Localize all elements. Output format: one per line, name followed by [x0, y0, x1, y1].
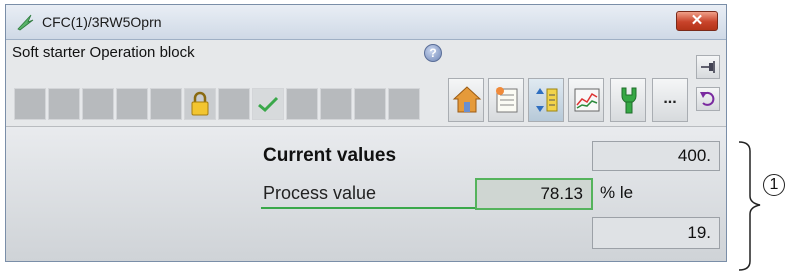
callout-bracket — [738, 141, 761, 271]
home-icon — [452, 86, 482, 113]
status-cell — [286, 88, 318, 120]
help-icon[interactable]: ? — [424, 44, 442, 62]
undo-icon — [700, 91, 715, 106]
status-cell — [150, 88, 182, 120]
block-label: Soft starter Operation block — [12, 44, 195, 61]
pin-icon — [701, 61, 715, 73]
close-button[interactable]: ✕ — [676, 11, 718, 31]
notes-icon — [496, 87, 518, 113]
trend-button[interactable] — [568, 78, 604, 122]
more-button[interactable]: ... — [652, 78, 688, 122]
status-cell — [388, 88, 420, 120]
status-cell — [218, 88, 250, 120]
maintenance-icon — [621, 87, 637, 114]
status-cell — [320, 88, 352, 120]
notes-button[interactable] — [488, 78, 524, 122]
close-icon: ✕ — [690, 12, 704, 29]
status-cell — [354, 88, 386, 120]
status-cell — [116, 88, 148, 120]
process-value-label: Process value — [263, 183, 377, 203]
checkmark-icon — [258, 96, 279, 113]
status-cell — [48, 88, 80, 120]
pen-icon — [17, 14, 34, 31]
status-cell — [82, 88, 114, 120]
current-value-field[interactable]: 400. — [592, 141, 720, 171]
undo-button[interactable] — [696, 87, 720, 111]
pin-button[interactable] — [696, 55, 720, 79]
process-value-field[interactable]: 78.13 — [475, 178, 593, 210]
status-bar — [14, 88, 422, 120]
home-button[interactable] — [448, 78, 484, 122]
maintenance-button[interactable] — [610, 78, 646, 122]
faceplate-window: CFC(1)/3RW5Oprn ✕ Soft starter Operation… — [5, 4, 727, 262]
title-bar[interactable]: CFC(1)/3RW5Oprn ✕ — [6, 5, 726, 40]
parameter-button[interactable] — [528, 78, 564, 122]
callout-number: 1 — [763, 174, 785, 196]
lower-value-field[interactable]: 19. — [592, 217, 720, 249]
toolbar: Soft starter Operation block ? ... — [6, 40, 726, 127]
check-status-cell[interactable] — [252, 88, 284, 120]
parameter-icon — [536, 88, 558, 112]
trend-icon — [574, 88, 600, 112]
status-cell — [14, 88, 46, 120]
process-value-underline — [261, 207, 477, 209]
lock-icon — [191, 91, 209, 116]
current-values-label: Current values — [263, 145, 397, 166]
current-values-panel: Current values 400. Process value 78.13 … — [6, 127, 726, 261]
process-value-unit: % le — [600, 183, 634, 202]
lock-status-cell[interactable] — [184, 88, 216, 120]
window-title: CFC(1)/3RW5Oprn — [42, 14, 162, 30]
